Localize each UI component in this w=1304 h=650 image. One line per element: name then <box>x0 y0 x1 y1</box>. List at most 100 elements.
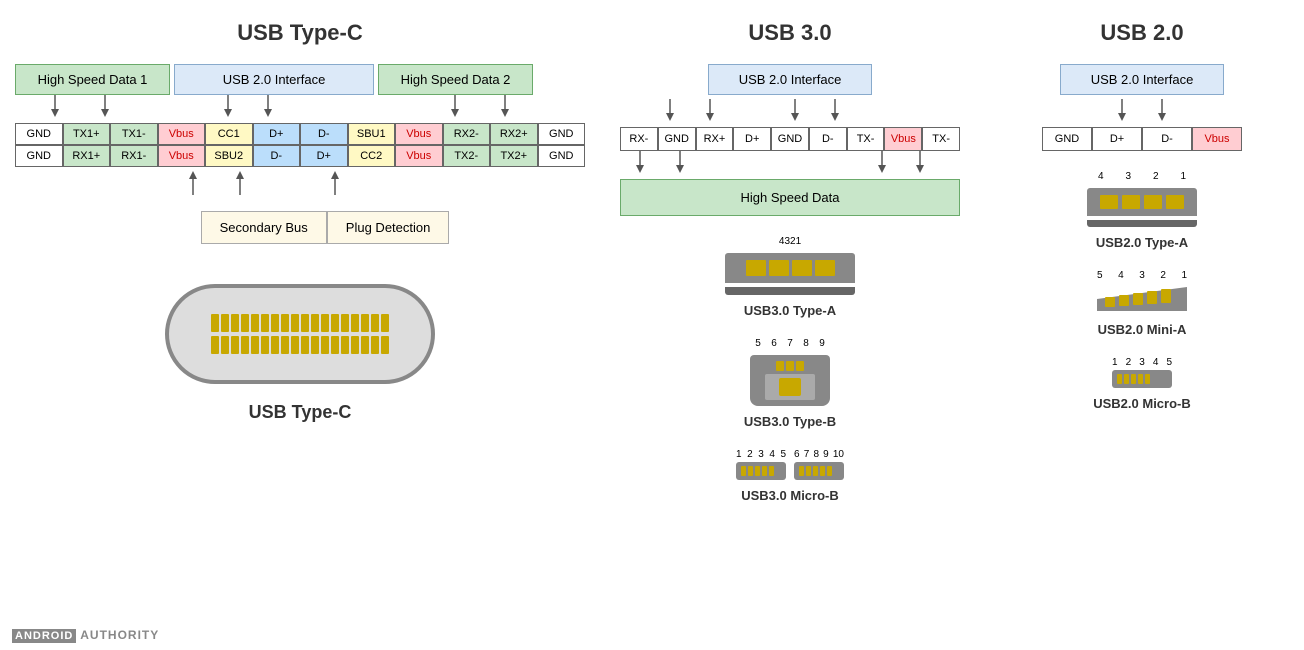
typec-tooth-bottom-14 <box>351 336 359 354</box>
typec-tooth-top-10 <box>311 314 319 332</box>
usb30-typeb-top <box>776 361 804 371</box>
typec-tooth-bottom-0 <box>211 336 219 354</box>
usb30-interface-box: USB 2.0 Interface <box>708 64 873 95</box>
typec-tooth-top-3 <box>241 314 249 332</box>
usb20-typea-label: USB2.0 Type-A <box>1096 235 1188 250</box>
usb30-down-arrows <box>620 99 960 127</box>
usb20-minia-numbers: 5 4 3 2 1 <box>1097 270 1187 281</box>
typec-tooth-bottom-8 <box>291 336 299 354</box>
pin-cell-cc2: CC2 <box>348 145 396 167</box>
usb20-minia-body <box>1097 287 1187 314</box>
usb20-title: USB 2.0 <box>1100 20 1183 46</box>
usb30-typea-tooth4 <box>815 260 835 276</box>
typec-tooth-top-11 <box>321 314 329 332</box>
pin-cell-d-minusplus: D+ <box>253 123 301 145</box>
typec-tooth-top-8 <box>291 314 299 332</box>
usb30-pin-rx+: RX+ <box>696 127 734 151</box>
usb30-typeb-item: 5 6 7 8 9 USB3.0 Type-B <box>744 338 836 429</box>
usb-typec-section: USB Type-C High Speed Data 1 USB 2.0 Int… <box>0 10 600 513</box>
typec-tooth-bottom-16 <box>371 336 379 354</box>
usb30-typeb-numbers: 5 6 7 8 9 <box>750 338 830 349</box>
pin-cell-cc1: CC1 <box>205 123 253 145</box>
typec-tooth-top-7 <box>281 314 289 332</box>
usb20-typea-plug <box>1087 188 1197 216</box>
usb30-typea-plug <box>725 253 855 283</box>
usb20-microb-item: 1 2 3 4 5 USB2.0 Micro-B <box>1093 357 1191 411</box>
usb30-pin-vbus: Vbus <box>884 127 922 151</box>
usb30-down-arrows2 <box>620 151 960 179</box>
pin-cell-tx1-minus: TX1- <box>110 123 158 145</box>
pin-cell-sbu1: SBU1 <box>348 123 396 145</box>
typec-pin-strip-top <box>211 314 389 332</box>
typec-tooth-bottom-13 <box>341 336 349 354</box>
typec-tooth-bottom-3 <box>241 336 249 354</box>
usb30-microb-right: 6 7 8 9 10 <box>794 449 844 480</box>
usb20-microb-plug <box>1112 370 1172 388</box>
typec-connector-body <box>165 284 435 384</box>
typec-tooth-bottom-15 <box>361 336 369 354</box>
usb30-microb-container: 1 2 3 4 5 <box>736 449 844 480</box>
usb20-pin-vbus: Vbus <box>1192 127 1242 151</box>
typec-tooth-bottom-7 <box>281 336 289 354</box>
usb30-typea-tooth2 <box>769 260 789 276</box>
usb20-pin-gnd: GND <box>1042 127 1092 151</box>
pin-cell-gnd: GND <box>538 123 586 145</box>
usb20-typea-bottom <box>1087 220 1197 227</box>
usb30-typea-tooth3 <box>792 260 812 276</box>
pin-cell-rx1-minus: RX1- <box>110 145 158 167</box>
typec-tooth-top-17 <box>381 314 389 332</box>
hs1-label: High Speed Data 1 <box>15 64 170 95</box>
typec-tooth-bottom-10 <box>311 336 319 354</box>
pin-cell-sbu2: SBU2 <box>205 145 253 167</box>
usb30-pin-row: RX-GNDRX+D+GNDD-TX-VbusTX- <box>620 127 960 151</box>
typec-tooth-bottom-2 <box>231 336 239 354</box>
pin-cell-d-minus: D- <box>300 123 348 145</box>
pin-cell-vbus: Vbus <box>158 123 206 145</box>
typec-tooth-top-0 <box>211 314 219 332</box>
typec-pin-row1: GNDTX1+TX1-VbusCC1D+D-SBU1VbusRX2-RX2+GN… <box>15 123 585 145</box>
usb30-section: USB 3.0 USB 2.0 Interface RX-GNDRX+D+GND… <box>600 10 980 513</box>
typec-tooth-top-2 <box>231 314 239 332</box>
typec-title: USB Type-C <box>237 20 363 46</box>
typec-tooth-top-9 <box>301 314 309 332</box>
secondary-bus-label: Secondary Bus <box>201 211 327 244</box>
typec-connector-label: USB Type-C <box>249 402 352 423</box>
usb30-pin-gnd: GND <box>658 127 696 151</box>
usb20-microb-numbers: 1 2 3 4 5 <box>1112 357 1172 368</box>
usb30-pin-rx-: RX- <box>620 127 658 151</box>
typec-tooth-bottom-1 <box>221 336 229 354</box>
usb20-pin-d+: D+ <box>1092 127 1142 151</box>
usb20-interface-box: USB 2.0 Interface <box>1060 64 1225 95</box>
usb30-pin-tx-: TX- <box>922 127 960 151</box>
typec-tooth-top-12 <box>331 314 339 332</box>
usb30-connectors: 4 3 2 1 USB3.0 Type-A 5 6 <box>610 236 970 503</box>
usb30-microb-label: USB3.0 Micro-B <box>741 488 839 503</box>
typec-tooth-top-6 <box>271 314 279 332</box>
typec-tooth-top-4 <box>251 314 259 332</box>
usb30-hs-data: High Speed Data <box>620 179 960 216</box>
pin-cell-gnd: GND <box>538 145 586 167</box>
pin-cell-gnd: GND <box>15 145 63 167</box>
usb30-microb-half-right <box>794 462 844 480</box>
usb30-pin-gnd: GND <box>771 127 809 151</box>
hs2-label: High Speed Data 2 <box>378 64 533 95</box>
usb30-pin-d-: D- <box>809 127 847 151</box>
usb30-typea-numbers: 4 3 2 1 <box>774 236 806 247</box>
pin-cell-rx2-minus: RX2- <box>443 123 491 145</box>
typec-tooth-top-16 <box>371 314 379 332</box>
usb30-title: USB 3.0 <box>748 20 831 46</box>
pin-cell-rx1-minusplus: RX1+ <box>63 145 111 167</box>
typec-tooth-bottom-12 <box>331 336 339 354</box>
typec-tooth-top-13 <box>341 314 349 332</box>
pin-cell-gnd: GND <box>15 123 63 145</box>
usb30-typea-label: USB3.0 Type-A <box>744 303 836 318</box>
typec-pin-strip-bottom <box>211 336 389 354</box>
watermark: ANDROID AUTHORITY <box>12 628 159 642</box>
typec-connector-drawing <box>160 274 440 394</box>
watermark-authority: AUTHORITY <box>80 628 159 642</box>
typec-top-labels: High Speed Data 1 USB 2.0 Interface High… <box>15 64 585 95</box>
usb20-down-arrows <box>1042 99 1242 127</box>
typec-up-arrows <box>15 167 585 195</box>
pin-cell-vbus: Vbus <box>158 145 206 167</box>
usb30-typeb-middle <box>765 374 815 400</box>
